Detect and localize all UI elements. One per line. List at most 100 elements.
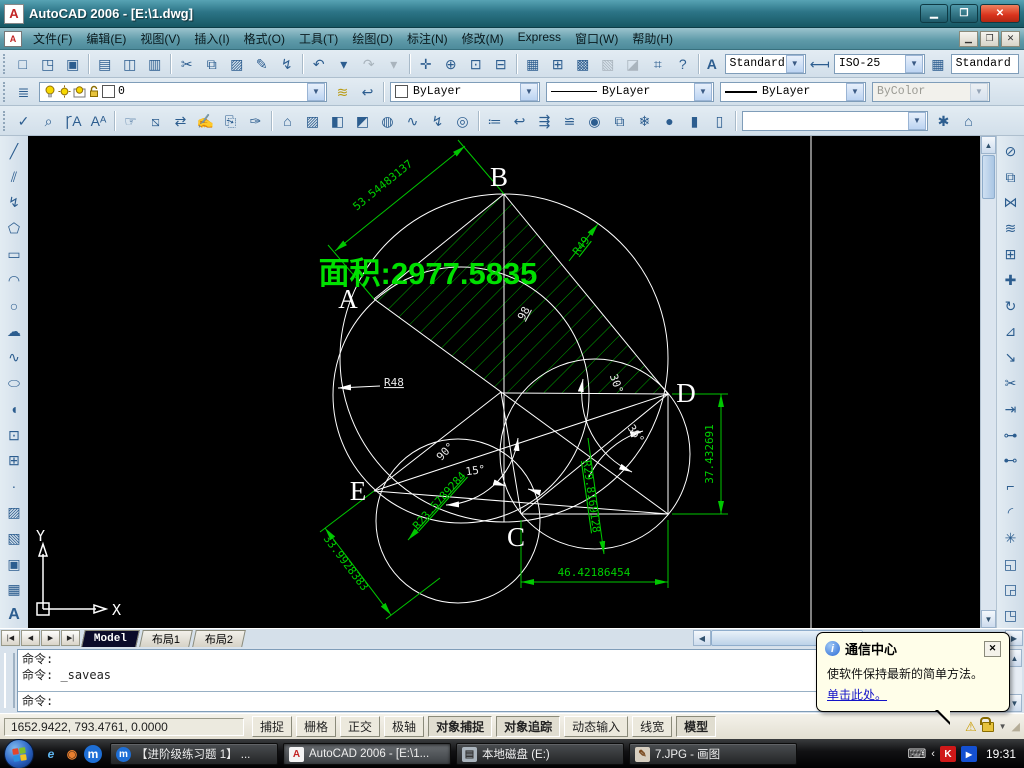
gradient-button[interactable]: ▧ [1,525,27,551]
mirror-button[interactable]: ⋈ [998,190,1024,216]
zoom-window-button[interactable]: ⊡ [463,52,488,76]
linetype-control-combo[interactable]: ByLayer ▼ [546,81,714,102]
last-tab-button[interactable]: ▶| [61,630,80,646]
status-toggle-正交[interactable]: 正交 [340,716,381,737]
edit-attribute-button[interactable]: ✍ [193,109,218,133]
hatch-edit-button[interactable]: ▨ [300,109,325,133]
offset-button[interactable]: ≋ [998,215,1024,241]
multiline-text-button[interactable]: A [1,602,27,628]
rectangle-button[interactable]: ▭ [1,241,27,267]
menu-item[interactable]: 编辑(E) [79,28,133,49]
layer-previous-button[interactable]: ↩ [355,80,380,104]
toolbar-grip[interactable] [3,53,7,74]
toolbar-grip[interactable] [3,81,8,102]
polyline-button[interactable]: ↯ [1,190,27,216]
lineweight-control-combo[interactable]: ByLayer ▼ [720,81,866,102]
drawing-canvas[interactable]: 53.54483137 R49 37.432691 46.42186454 33… [28,136,980,628]
chevron-down-icon[interactable]: ▼ [846,82,864,101]
close-button[interactable]: ✕ [980,4,1020,23]
menu-item[interactable]: 修改(M) [455,28,511,49]
chevron-down-icon[interactable]: ▼ [520,82,538,101]
scrollbar-thumb[interactable] [982,155,995,199]
quickcalc-button[interactable]: ⌗ [645,52,670,76]
hatch-button[interactable]: ▨ [1,499,27,525]
polyline-edit-button[interactable]: ∿ [400,109,425,133]
maximize-button[interactable]: ❐ [950,4,978,23]
markup-pen-button[interactable]: ✑ [243,109,268,133]
status-toggle-动态输入[interactable]: 动态输入 [564,716,629,737]
mdi-close-button[interactable]: ✕ [1001,30,1020,47]
plot-preview-button[interactable]: ◫ [117,52,142,76]
ellipse-arc-button[interactable]: ◖ [1,396,27,422]
table-style-combo[interactable]: Standard [950,53,1019,74]
chevron-down-icon[interactable]: ▼ [908,111,926,130]
freeze-layer-button[interactable]: ❄ [632,109,657,133]
draw-order-button[interactable]: ⧅ [143,109,168,133]
chevron-down-icon[interactable]: ▼ [905,54,924,73]
image-clip-button[interactable]: ◩ [350,109,375,133]
extend-button[interactable]: ⇥ [998,396,1024,422]
properties-button[interactable]: ▦ [520,52,545,76]
pan-button[interactable]: ✛ [413,52,438,76]
text-style-manager-button[interactable]: ꞄA [61,109,86,133]
copy-button[interactable]: ⧉ [199,52,224,76]
unlock-layer-button[interactable]: ▯ [707,109,732,133]
redo-menu-button[interactable]: ▾ [381,52,406,76]
block-editor-button[interactable]: ↯ [274,52,299,76]
lock-layer-button[interactable]: ▮ [682,109,707,133]
start-button[interactable] [4,739,34,768]
prev-tab-button[interactable]: ◀ [21,630,40,646]
layer-states-button[interactable]: ≔ [482,109,507,133]
markup-set-manager-button[interactable]: ◪ [620,52,645,76]
scroll-up-icon[interactable]: ▲ [981,136,996,154]
layer-manager-button[interactable]: ≣ [11,80,36,104]
status-toggle-对象追踪[interactable]: 对象追踪 [496,716,561,737]
array-button[interactable]: ⊞ [998,241,1024,267]
layer-isolate-button[interactable]: ◉ [582,109,607,133]
workspace-settings-button[interactable]: ✱ [931,109,956,133]
draw-order-back-button[interactable]: ◲ [998,577,1024,603]
ellipse-button[interactable]: ⬭ [1,370,27,396]
undo-button[interactable]: ↶ [306,52,331,76]
layer-on-off-button[interactable]: ● [657,109,682,133]
scale-text-button[interactable]: Aᴬ [86,109,111,133]
chevron-down-icon[interactable]: ▼ [785,54,804,73]
scale-button[interactable]: ⊿ [998,319,1024,345]
paste-button[interactable]: ▨ [224,52,249,76]
mdi-minimize-button[interactable]: ▁ [959,30,978,47]
rotate-button[interactable]: ↻ [998,293,1024,319]
make-block-button[interactable]: ⊞ [1,448,27,474]
color-control-combo[interactable]: ByLayer ▼ [390,81,540,102]
draw-order-above-button[interactable]: ◳ [998,602,1024,628]
layer-previous-button[interactable]: ↩ [507,109,532,133]
table-button[interactable]: ▦ [1,577,27,603]
new-file-button[interactable]: □ [10,52,35,76]
status-toggle-极轴[interactable]: 极轴 [384,716,425,737]
text-style-button[interactable]: A [702,52,722,76]
antivirus-tray-icon[interactable]: K [939,746,956,762]
first-tab-button[interactable]: |◀ [1,630,20,646]
draw-order-front-button[interactable]: ◱ [998,551,1024,577]
layout-tab-布局2[interactable]: 布局2 [192,630,247,647]
menu-item[interactable]: 插入(I) [187,28,236,49]
line-button[interactable]: ╱ [1,138,27,164]
model-space-drawing[interactable]: 53.54483137 R49 37.432691 46.42186454 33… [28,136,980,628]
designcenter-button[interactable]: ⊞ [545,52,570,76]
internet-explorer-icon[interactable]: e [42,745,60,763]
layer-translate-button[interactable]: ⇄ [168,109,193,133]
publish-button[interactable]: ▥ [142,52,167,76]
taskbar-task-button[interactable]: ✎ 7.JPG - 画图 [629,743,797,765]
command-window-grip[interactable] [4,653,15,708]
stretch-button[interactable]: ↘ [998,344,1024,370]
help-button[interactable]: ? [670,52,695,76]
menu-item[interactable]: 文件(F) [26,28,79,49]
menu-item[interactable]: 工具(T) [292,28,345,49]
named-views-button[interactable]: ⌂ [275,109,300,133]
chevron-down-icon[interactable]: ▼ [694,82,712,101]
layer-walk-button[interactable]: ⇶ [532,109,557,133]
spell-check-button[interactable]: ✓ [11,109,36,133]
web-browse-button[interactable]: ◍ [375,109,400,133]
scroll-left-icon[interactable]: ◀ [693,630,711,646]
taskbar-task-button[interactable]: ▤ 本地磁盘 (E:) [456,743,624,765]
mdi-restore-button[interactable]: ❐ [980,30,999,47]
